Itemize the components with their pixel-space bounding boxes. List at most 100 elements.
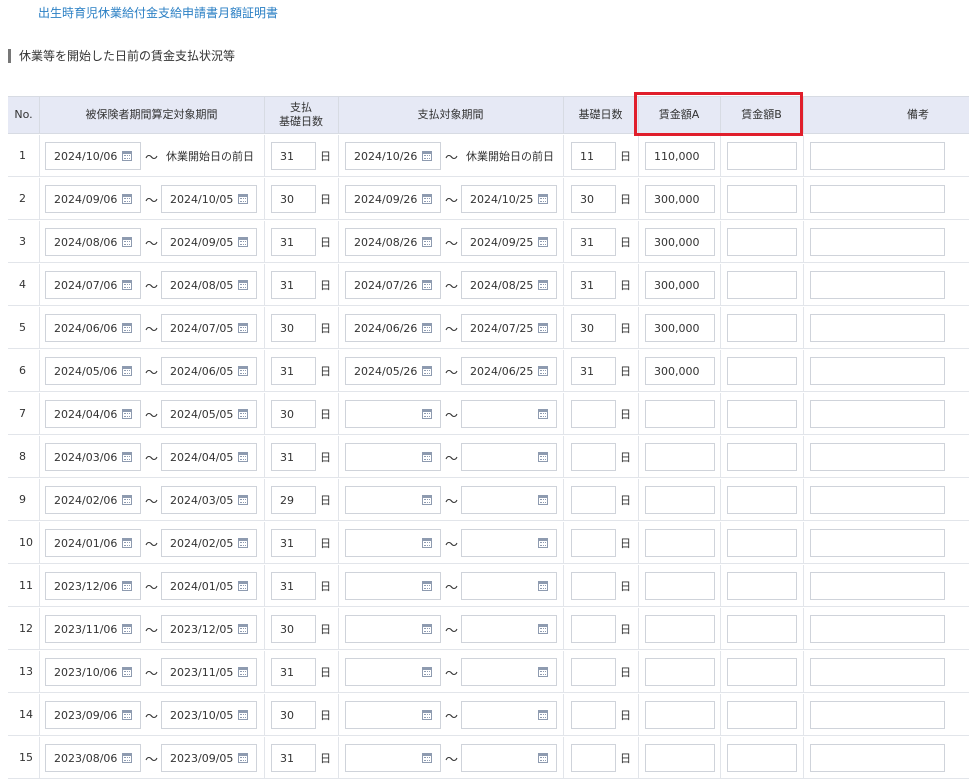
wage-b-field[interactable] xyxy=(727,357,797,385)
wage-b-field[interactable] xyxy=(727,142,797,170)
pay-period-from-field[interactable] xyxy=(345,615,441,643)
calendar-icon[interactable] xyxy=(122,237,132,247)
period-to-field[interactable]: 2024/05/05 xyxy=(161,400,257,428)
calendar-icon[interactable] xyxy=(422,237,432,247)
days-field[interactable]: 30 xyxy=(571,314,616,342)
wage-b-field[interactable] xyxy=(727,744,797,772)
wage-b-field[interactable] xyxy=(727,271,797,299)
period-to-field[interactable]: 2024/01/05 xyxy=(161,572,257,600)
wage-a-field[interactable] xyxy=(645,572,715,600)
base-days-field[interactable]: 31 xyxy=(271,529,316,557)
notes-field[interactable] xyxy=(810,486,945,514)
base-days-field[interactable]: 31 xyxy=(271,271,316,299)
calendar-icon[interactable] xyxy=(122,710,132,720)
wage-b-field[interactable] xyxy=(727,658,797,686)
period-from-field[interactable]: 2023/12/06 xyxy=(45,572,141,600)
base-days-field[interactable]: 31 xyxy=(271,443,316,471)
calendar-icon[interactable] xyxy=(422,495,432,505)
wage-b-field[interactable] xyxy=(727,314,797,342)
calendar-icon[interactable] xyxy=(538,409,548,419)
period-from-field[interactable]: 2024/10/06 xyxy=(45,142,141,170)
wage-b-field[interactable] xyxy=(727,228,797,256)
days-field[interactable]: 31 xyxy=(571,271,616,299)
calendar-icon[interactable] xyxy=(538,538,548,548)
notes-field[interactable] xyxy=(810,443,945,471)
days-field[interactable]: 30 xyxy=(571,185,616,213)
calendar-icon[interactable] xyxy=(422,366,432,376)
pay-period-from-field[interactable] xyxy=(345,658,441,686)
period-to-field[interactable]: 2023/09/05 xyxy=(161,744,257,772)
wage-a-field[interactable]: 110,000 xyxy=(645,142,715,170)
pay-period-from-field[interactable]: 2024/07/26 xyxy=(345,271,441,299)
calendar-icon[interactable] xyxy=(538,581,548,591)
calendar-icon[interactable] xyxy=(122,452,132,462)
days-field[interactable] xyxy=(571,486,616,514)
calendar-icon[interactable] xyxy=(238,237,248,247)
notes-field[interactable] xyxy=(810,572,945,600)
calendar-icon[interactable] xyxy=(238,495,248,505)
wage-b-field[interactable] xyxy=(727,701,797,729)
base-days-field[interactable]: 31 xyxy=(271,658,316,686)
notes-field[interactable] xyxy=(810,228,945,256)
base-days-field[interactable]: 30 xyxy=(271,615,316,643)
wage-b-field[interactable] xyxy=(727,486,797,514)
base-days-field[interactable]: 31 xyxy=(271,572,316,600)
wage-b-field[interactable] xyxy=(727,529,797,557)
calendar-icon[interactable] xyxy=(238,710,248,720)
calendar-icon[interactable] xyxy=(422,753,432,763)
calendar-icon[interactable] xyxy=(538,366,548,376)
pay-period-to-field[interactable] xyxy=(461,400,557,428)
calendar-icon[interactable] xyxy=(538,624,548,634)
period-to-field[interactable]: 2024/04/05 xyxy=(161,443,257,471)
period-to-field[interactable]: 2023/11/05 xyxy=(161,658,257,686)
wage-a-field[interactable] xyxy=(645,529,715,557)
pay-period-to-field[interactable]: 2024/09/25 xyxy=(461,228,557,256)
form-title-link[interactable]: 出生時育児休業給付金支給申請書月額証明書 xyxy=(38,4,278,21)
calendar-icon[interactable] xyxy=(122,581,132,591)
days-field[interactable] xyxy=(571,615,616,643)
calendar-icon[interactable] xyxy=(238,581,248,591)
calendar-icon[interactable] xyxy=(122,753,132,763)
calendar-icon[interactable] xyxy=(238,667,248,677)
period-from-field[interactable]: 2024/09/06 xyxy=(45,185,141,213)
notes-field[interactable] xyxy=(810,185,945,213)
notes-field[interactable] xyxy=(810,529,945,557)
calendar-icon[interactable] xyxy=(238,280,248,290)
calendar-icon[interactable] xyxy=(238,409,248,419)
calendar-icon[interactable] xyxy=(122,194,132,204)
calendar-icon[interactable] xyxy=(122,280,132,290)
pay-period-from-field[interactable]: 2024/06/26 xyxy=(345,314,441,342)
wage-a-field[interactable] xyxy=(645,701,715,729)
pay-period-from-field[interactable] xyxy=(345,572,441,600)
notes-field[interactable] xyxy=(810,357,945,385)
calendar-icon[interactable] xyxy=(122,366,132,376)
period-to-field[interactable]: 2024/07/05 xyxy=(161,314,257,342)
pay-period-to-field[interactable] xyxy=(461,658,557,686)
base-days-field[interactable]: 30 xyxy=(271,701,316,729)
period-to-field[interactable]: 2024/08/05 xyxy=(161,271,257,299)
wage-a-field[interactable] xyxy=(645,744,715,772)
notes-field[interactable] xyxy=(810,400,945,428)
calendar-icon[interactable] xyxy=(238,452,248,462)
calendar-icon[interactable] xyxy=(422,581,432,591)
calendar-icon[interactable] xyxy=(122,624,132,634)
calendar-icon[interactable] xyxy=(122,495,132,505)
calendar-icon[interactable] xyxy=(122,667,132,677)
pay-period-to-field[interactable]: 2024/10/25 xyxy=(461,185,557,213)
notes-field[interactable] xyxy=(810,271,945,299)
wage-a-field[interactable] xyxy=(645,615,715,643)
base-days-field[interactable]: 31 xyxy=(271,357,316,385)
calendar-icon[interactable] xyxy=(538,667,548,677)
period-from-field[interactable]: 2024/08/06 xyxy=(45,228,141,256)
wage-a-field[interactable]: 300,000 xyxy=(645,185,715,213)
calendar-icon[interactable] xyxy=(538,237,548,247)
period-from-field[interactable]: 2024/06/06 xyxy=(45,314,141,342)
days-field[interactable] xyxy=(571,400,616,428)
days-field[interactable] xyxy=(571,701,616,729)
calendar-icon[interactable] xyxy=(538,323,548,333)
period-from-field[interactable]: 2023/09/06 xyxy=(45,701,141,729)
days-field[interactable] xyxy=(571,443,616,471)
wage-a-field[interactable]: 300,000 xyxy=(645,228,715,256)
pay-period-to-field[interactable] xyxy=(461,701,557,729)
pay-period-from-field[interactable]: 2024/05/26 xyxy=(345,357,441,385)
